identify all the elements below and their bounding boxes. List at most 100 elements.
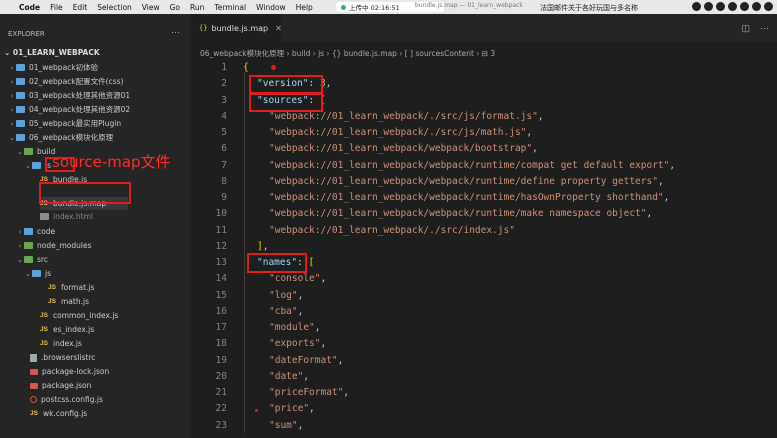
- npm-icon: [30, 382, 38, 389]
- breadcrumb[interactable]: 06_webpack模块化原理 › build › js › {} bundle…: [200, 48, 495, 59]
- editor-actions: ◫ ···: [741, 23, 769, 34]
- more-actions-icon[interactable]: ···: [171, 27, 180, 37]
- tree-folder[interactable]: › 04_webpack处理其他资源02: [8, 103, 131, 116]
- menu-terminal[interactable]: Terminal: [209, 3, 251, 12]
- mac-menubar: Code File Edit Selection View Go Run Ter…: [0, 0, 777, 14]
- line-number: 18: [215, 338, 227, 349]
- status-icon[interactable]: [692, 2, 701, 11]
- line-number: 15: [215, 290, 227, 301]
- code-line: {: [243, 62, 249, 73]
- tree-file[interactable]: JS index.js: [40, 337, 82, 350]
- status-icon[interactable]: [716, 2, 725, 11]
- code-line: "dateFormat",: [269, 355, 344, 366]
- string-token: "console": [269, 273, 321, 284]
- code-line: "exports",: [269, 338, 327, 349]
- line-number: 11: [215, 225, 227, 236]
- tree-label: src: [37, 255, 48, 264]
- folder-icon: [24, 256, 33, 263]
- line-number: 3: [221, 95, 227, 106]
- folder-icon: [24, 228, 33, 235]
- chevron-right-icon: ›: [18, 241, 22, 250]
- tree-folder[interactable]: ⌄ src: [16, 253, 48, 266]
- tree-file[interactable]: package-lock.json: [30, 365, 109, 378]
- tree-folder[interactable]: › code: [16, 225, 56, 238]
- string-token: "webpack://01_learn_webpack/./src/js/mat…: [269, 127, 527, 138]
- line-number: 22: [215, 403, 227, 414]
- folder-icon: [16, 78, 25, 85]
- menu-view[interactable]: View: [137, 3, 165, 12]
- more-actions-icon[interactable]: ···: [760, 23, 769, 34]
- tree-folder[interactable]: › 01_webpack初体验: [8, 61, 99, 74]
- status-icons: [692, 2, 773, 11]
- line-number: 23: [215, 420, 227, 431]
- explorer-header: EXPLORER: [8, 30, 45, 38]
- chevron-down-icon: ⌄: [25, 161, 31, 170]
- menu-file[interactable]: File: [45, 3, 68, 12]
- menu-window[interactable]: Window: [251, 3, 291, 12]
- annotation-box: [249, 92, 323, 112]
- tab-bundle-js-map[interactable]: {} bundle.js.map ✕: [191, 14, 282, 42]
- code-editor[interactable]: 1 2 3 4 5 6 7 8 9 10 11 12 13 14 15 16 1…: [191, 60, 777, 438]
- line-number: 21: [215, 387, 227, 398]
- tree-label: index.html: [53, 212, 93, 221]
- js-file-icon: JS: [40, 340, 48, 347]
- line-number: 16: [215, 306, 227, 317]
- folder-icon: [24, 148, 33, 155]
- project-title[interactable]: ⌄ 01_LEARN_WEBPACK: [4, 48, 100, 57]
- tree-label: wk.config.js: [43, 409, 88, 418]
- annotation-label: source-map文件: [52, 153, 171, 171]
- tree-file[interactable]: JS es_index.js: [40, 323, 94, 336]
- status-icon[interactable]: [740, 2, 749, 11]
- tree-label: es_index.js: [53, 325, 95, 334]
- status-icon[interactable]: [764, 2, 773, 11]
- menu-help[interactable]: Help: [291, 3, 318, 12]
- tree-label: .browserslistrc: [41, 353, 96, 362]
- menu-selection[interactable]: Selection: [92, 3, 137, 12]
- html-file-icon: [40, 213, 49, 220]
- string-token: "cba": [269, 306, 298, 317]
- status-icon[interactable]: [704, 2, 713, 11]
- folder-icon: [16, 134, 25, 141]
- recording-label: 上传中 02:16:51: [349, 4, 400, 12]
- window-title: bundle.js.map — 01_learn_webpack: [415, 2, 523, 9]
- tree-label: 06_webpack模块化原理: [29, 133, 114, 142]
- tree-folder[interactable]: › 05_webpack最实用Plugin: [8, 117, 122, 130]
- tree-folder[interactable]: ⌄ 06_webpack模块化原理: [8, 131, 113, 144]
- line-number: 17: [215, 322, 227, 333]
- code-line: "log",: [269, 290, 304, 301]
- folder-icon: [16, 64, 25, 71]
- tab-label: bundle.js.map: [211, 23, 269, 33]
- code-line: "priceFormat",: [269, 387, 350, 398]
- tree-folder[interactable]: ⌄ js: [24, 267, 51, 280]
- tree-file[interactable]: .browserslistrc: [30, 351, 95, 364]
- menu-code[interactable]: Code: [14, 3, 45, 12]
- marquee-text: 法国邮件关于各好玩国与多名称: [540, 4, 638, 12]
- tree-folder[interactable]: › 03_webpack处理其他资源01: [8, 89, 131, 102]
- project-name: 01_LEARN_WEBPACK: [12, 48, 100, 57]
- tree-folder[interactable]: › node_modules: [16, 239, 92, 252]
- menu-go[interactable]: Go: [165, 3, 185, 12]
- status-icon[interactable]: [728, 2, 737, 11]
- close-icon[interactable]: ✕: [275, 24, 282, 33]
- tree-file[interactable]: JS math.js: [48, 295, 89, 308]
- status-icon[interactable]: [752, 2, 761, 11]
- tree-file[interactable]: index.html: [40, 210, 93, 223]
- line-number: 20: [215, 371, 227, 382]
- tab-bar: {} bundle.js.map ✕ ◫ ···: [191, 14, 777, 42]
- string-token: "webpack://01_learn_webpack/./src/js/for…: [269, 111, 538, 122]
- tree-file[interactable]: JS format.js: [48, 281, 94, 294]
- tree-folder[interactable]: › 02_webpack配置文件(css): [8, 75, 124, 88]
- menu-run[interactable]: Run: [185, 3, 209, 12]
- tree-file[interactable]: postcss.config.js: [30, 393, 103, 406]
- tree-file[interactable]: JS wk.config.js: [30, 407, 87, 420]
- code-line: "webpack://01_learn_webpack/webpack/runt…: [269, 192, 670, 203]
- tree-file[interactable]: package.json: [30, 379, 91, 392]
- split-editor-icon[interactable]: ◫: [741, 23, 750, 34]
- folder-icon: [32, 162, 41, 169]
- line-number: 8: [221, 176, 227, 187]
- tree-file[interactable]: JS common_index.js: [40, 309, 118, 322]
- code-line: "webpack://01_learn_webpack/webpack/runt…: [269, 160, 676, 171]
- menu-edit[interactable]: Edit: [68, 3, 93, 12]
- record-dot-icon: [341, 4, 346, 10]
- chevron-right-icon: ›: [10, 77, 14, 86]
